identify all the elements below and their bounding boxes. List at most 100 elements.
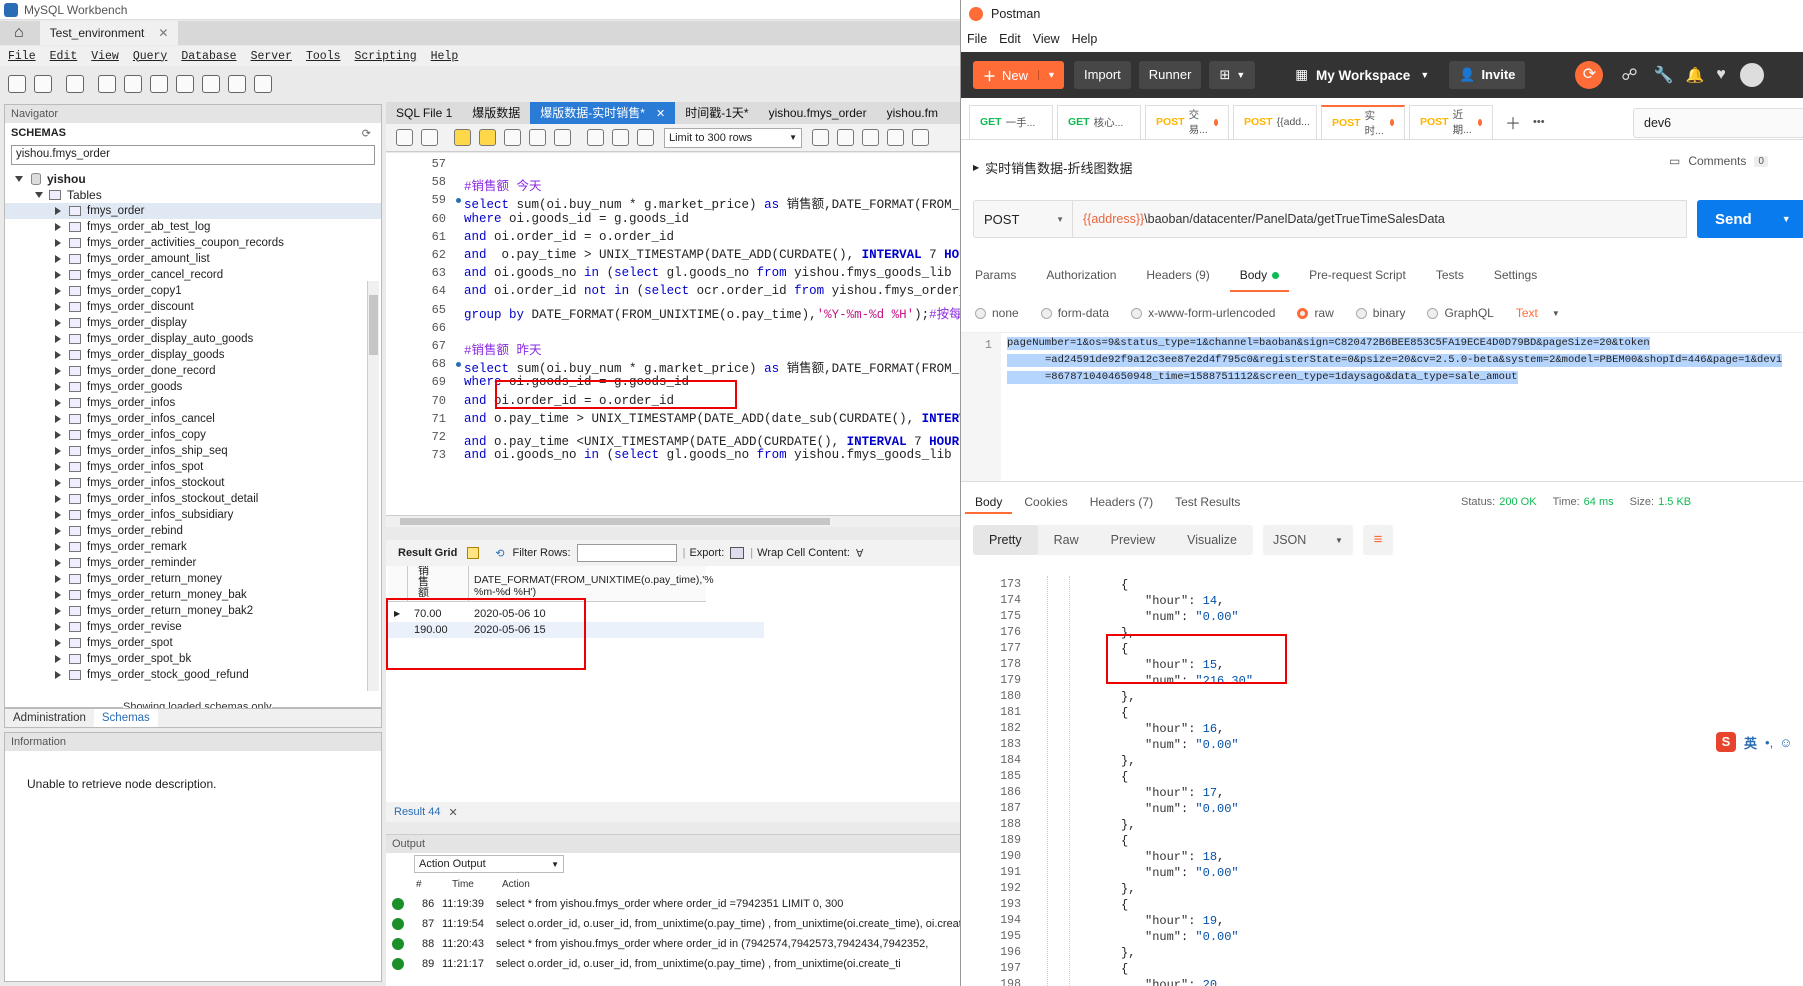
expand-icon[interactable] — [55, 559, 61, 567]
output-row[interactable]: 86 11:19:39 select * from yishou.fmys_orde… — [386, 893, 960, 915]
wrap-icon[interactable] — [912, 129, 929, 146]
refresh-icon[interactable]: ⟲ — [495, 547, 504, 560]
table-item[interactable]: fmys_order_infos_subsidiary — [5, 507, 381, 523]
runner-button[interactable]: Runner — [1138, 61, 1202, 89]
radio-icon[interactable] — [1131, 307, 1143, 319]
expand-icon[interactable] — [55, 671, 61, 679]
request-subtab[interactable]: Authorization — [1036, 258, 1126, 292]
close-icon[interactable]: ✕ — [448, 806, 457, 819]
comments-button[interactable]: ▭ Comments 0 — [1669, 154, 1768, 168]
table-item[interactable]: fmys_order_return_money — [5, 571, 381, 587]
output-row[interactable]: 89 11:21:17 select o.order_id, o.user_id, … — [386, 953, 960, 975]
radio-icon[interactable] — [1427, 307, 1439, 319]
connection-tab[interactable]: Test_environment ✕ — [39, 21, 179, 45]
grid-icon[interactable] — [467, 547, 480, 559]
more-tabs-icon[interactable]: ••• — [1533, 116, 1545, 128]
editor-tab[interactable]: yishou.fm — [877, 102, 948, 124]
table-item[interactable]: fmys_order_revise — [5, 619, 381, 635]
result-grid-tab[interactable]: Result Grid — [398, 547, 457, 559]
expand-icon[interactable] — [55, 511, 61, 519]
radio-icon[interactable] — [1040, 307, 1052, 319]
expand-icon[interactable] — [55, 431, 61, 439]
radio-icon[interactable] — [1355, 307, 1367, 319]
format-select[interactable]: JSON ▼ — [1262, 525, 1353, 555]
table-item[interactable]: fmys_order_activities_coupon_records — [5, 235, 381, 251]
schema-filter-input[interactable]: yishou.fmys_order — [11, 145, 375, 165]
expand-icon[interactable] — [55, 463, 61, 471]
result-tab[interactable]: Result 44 — [394, 806, 440, 818]
schema-yishou[interactable]: yishou — [5, 171, 381, 187]
editor-tab[interactable]: 时间戳-1天* — [675, 102, 758, 124]
expand-icon[interactable] — [55, 543, 61, 551]
table-item[interactable]: fmys_order_discount — [5, 299, 381, 315]
expand-icon[interactable] — [55, 383, 61, 391]
table-item[interactable]: fmys_order — [5, 203, 381, 219]
tab-administration[interactable]: Administration — [5, 712, 94, 724]
header-sales[interactable]: 销售额 — [418, 566, 430, 602]
table-item[interactable]: fmys_order_remark — [5, 539, 381, 555]
table-item[interactable]: fmys_order_display_goods — [5, 347, 381, 363]
expand-icon[interactable] — [55, 255, 61, 263]
table-item[interactable]: fmys_order_display — [5, 315, 381, 331]
new-button[interactable]: ＋ New ▼ — [973, 61, 1064, 89]
menu-edit[interactable]: Edit — [50, 50, 78, 63]
table-item[interactable]: fmys_order_done_record — [5, 363, 381, 379]
refresh-icon[interactable]: ⟳ — [362, 127, 371, 140]
environment-select[interactable]: dev6 — [1633, 108, 1803, 138]
view-tab[interactable]: Raw — [1038, 525, 1095, 555]
execute-icon[interactable] — [454, 129, 471, 146]
new-window-button[interactable]: ⊞ ▼ — [1209, 61, 1256, 89]
table-item[interactable]: fmys_order_infos_ship_seq — [5, 443, 381, 459]
find-icon[interactable] — [862, 129, 879, 146]
menu-view[interactable]: View — [91, 50, 119, 63]
punctuation-icon[interactable]: •, — [1765, 735, 1773, 750]
emoji-icon[interactable]: ☺ — [1779, 735, 1792, 750]
view-tab[interactable]: Preview — [1095, 525, 1171, 555]
table-item[interactable]: fmys_order_return_money_bak — [5, 587, 381, 603]
explain-icon[interactable] — [504, 129, 521, 146]
chevron-down-icon[interactable]: ▼ — [1782, 214, 1791, 224]
expand-icon[interactable] — [55, 479, 61, 487]
body-text[interactable]: pageNumber=1&os=9&status_type=1&channel=… — [1007, 337, 1803, 388]
expand-icon[interactable] — [55, 303, 61, 311]
rollback-icon[interactable] — [612, 129, 629, 146]
menu-file[interactable]: File — [8, 50, 36, 63]
body-mode-option[interactable]: none — [975, 306, 1019, 320]
expand-icon[interactable] — [55, 335, 61, 343]
invite-button[interactable]: 👤 Invite — [1449, 61, 1526, 89]
body-mode-option[interactable]: binary — [1355, 306, 1405, 320]
menu-database[interactable]: Database — [181, 50, 236, 63]
sql-editor[interactable]: 57 58 #销售额 今天 59 select sum(oi.buy_num * g.m… — [386, 153, 960, 515]
menu-edit[interactable]: Edit — [999, 32, 1021, 46]
create-table-icon[interactable] — [124, 75, 142, 93]
request-tab[interactable]: POST 交易... — [1145, 104, 1229, 139]
menu-file[interactable]: File — [967, 32, 987, 46]
request-subtab[interactable]: Params — [965, 258, 1026, 292]
tables-node[interactable]: Tables — [5, 187, 381, 203]
table-item[interactable]: fmys_order_spot_bk — [5, 651, 381, 667]
expand-icon[interactable] — [55, 607, 61, 615]
table-item[interactable]: fmys_order_display_auto_goods — [5, 331, 381, 347]
response-tab[interactable]: Cookies — [1014, 490, 1077, 514]
create-schema-icon[interactable] — [98, 75, 116, 93]
method-select[interactable]: POST ▼ — [973, 200, 1073, 238]
request-tab[interactable]: GET 一手... — [969, 104, 1053, 139]
editor-tab[interactable]: yishou.fmys_order — [759, 102, 877, 124]
body-type-select[interactable]: Text ▼ — [1516, 306, 1560, 320]
bell-icon[interactable]: 🔔 — [1686, 66, 1705, 84]
table-item[interactable]: fmys_order_stock_good_refund — [5, 667, 381, 683]
request-tab[interactable]: POST 近期... — [1409, 104, 1493, 139]
response-tab[interactable]: Body — [965, 490, 1013, 514]
save-icon[interactable] — [421, 129, 438, 146]
table-item[interactable]: fmys_order_amount_list — [5, 251, 381, 267]
expand-icon[interactable] — [55, 207, 61, 215]
expand-icon[interactable] — [55, 575, 61, 583]
ime-language[interactable]: 英 — [1744, 733, 1757, 752]
beautify-icon[interactable] — [837, 129, 854, 146]
editor-tab[interactable]: SQL File 1 — [386, 102, 462, 124]
export-icon[interactable] — [730, 547, 745, 559]
limit-rows-select[interactable]: Limit to 300 rows ▼ — [664, 127, 802, 148]
table-item[interactable]: fmys_order_infos — [5, 395, 381, 411]
body-mode-option[interactable]: GraphQL — [1427, 306, 1494, 320]
expand-icon[interactable] — [55, 223, 61, 231]
